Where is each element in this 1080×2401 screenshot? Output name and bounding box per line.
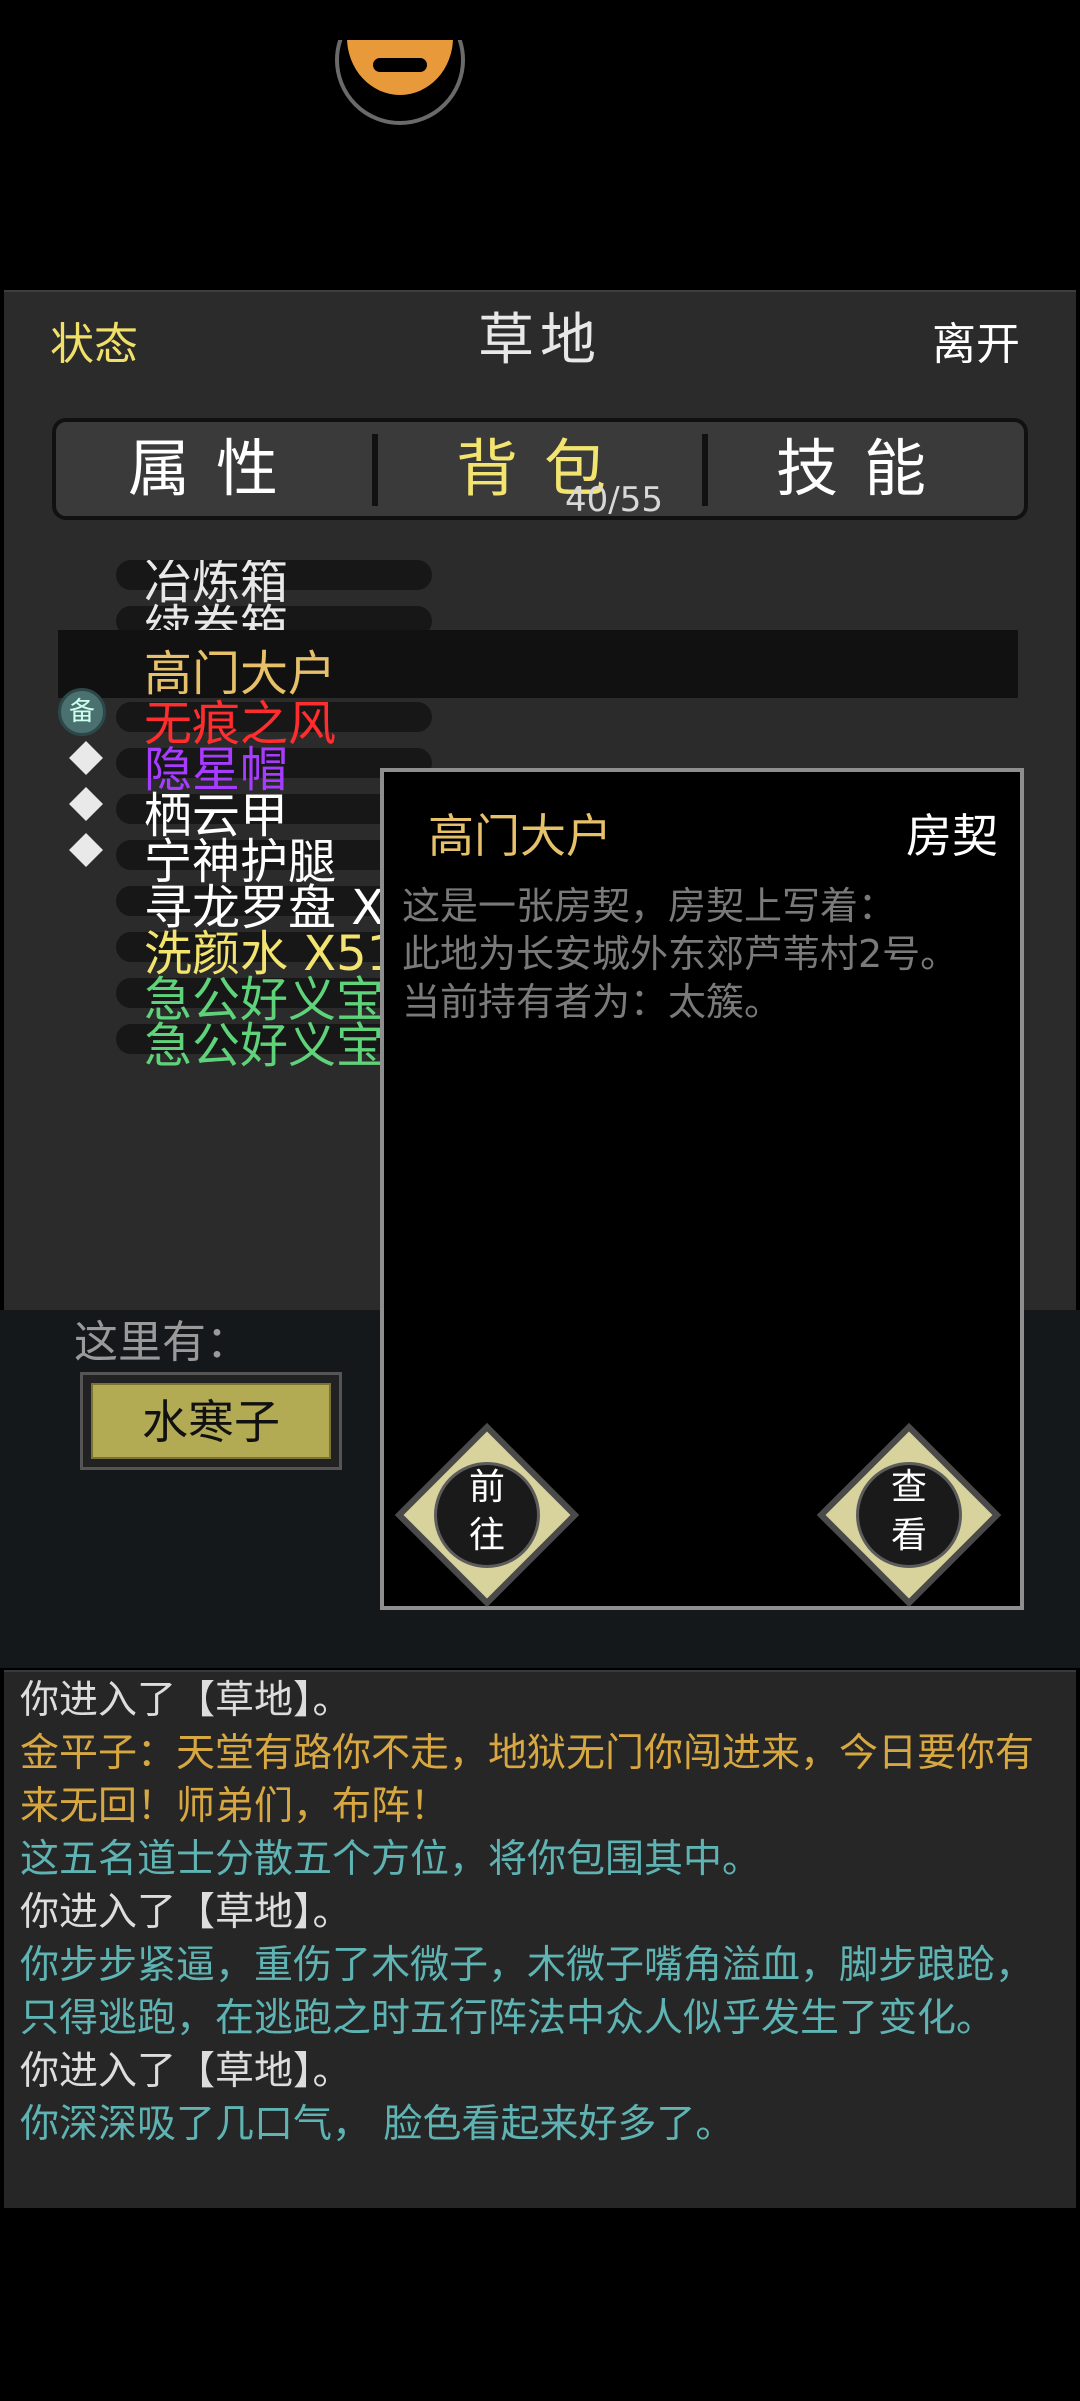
leave-button[interactable]: 离开 <box>932 308 1020 372</box>
log-line: 你深深吸了几口气， 脸色看起来好多了。 <box>20 2102 735 2147</box>
tab-skills[interactable]: 技能 <box>704 422 1024 516</box>
equipped-diamond-icon <box>69 833 103 867</box>
here-label: 这里有： <box>74 1317 250 1368</box>
log-line: 这五名道士分散五个方位，将你包围其中。 <box>20 1837 762 1882</box>
message-log[interactable]: 你进入了【草地】。金平子：天堂有路你不走，地狱无门你闯进来，今日要你有来无回！师… <box>4 1670 1076 2208</box>
player-avatar[interactable] <box>335 40 465 135</box>
tab-divider <box>372 434 378 506</box>
popup-item-name: 高门大户 <box>428 809 612 863</box>
view-label-char: 查 <box>890 1467 927 1508</box>
equipped-diamond-icon <box>69 741 103 775</box>
view-label-char: 看 <box>890 1515 927 1556</box>
goto-button[interactable]: 前 往 <box>392 1420 582 1610</box>
log-line: 金平子：天堂有路你不走，地狱无门你闯进来，今日要你有来无回！师弟们，布阵！ <box>20 1731 1035 1829</box>
status-button[interactable]: 状态 <box>50 308 138 372</box>
log-line: 你进入了【草地】。 <box>20 2049 352 2094</box>
log-line: 你进入了【草地】。 <box>20 1678 352 1723</box>
scene-title: 草地 <box>478 308 602 373</box>
tab-bar: 属性 背包 技能 <box>52 418 1028 520</box>
tab-attributes[interactable]: 属性 <box>56 422 376 516</box>
view-label: 查 看 <box>814 1464 1004 1560</box>
description-line: 当前持有者为：太簇。 <box>402 980 783 1024</box>
description-line: 这是一张房契，房契上写着： <box>402 884 897 928</box>
popup-description: 这是一张房契，房契上写着： 此地为长安城外东郊芦苇村2号。 当前持有者为：太簇。 <box>402 882 1002 1026</box>
goto-label: 前 往 <box>392 1464 582 1560</box>
log-line: 你进入了【草地】。 <box>20 1890 352 1935</box>
npc-button[interactable]: 水寒子 <box>80 1372 342 1470</box>
goto-label-char: 往 <box>468 1515 505 1556</box>
bag-capacity: 40/55 <box>565 480 663 520</box>
description-line: 此地为长安城外东郊芦苇村2号。 <box>402 932 959 976</box>
item-detail-popup: 高门大户 房契 这是一张房契，房契上写着： 此地为长安城外东郊芦苇村2号。 当前… <box>380 768 1024 1610</box>
log-line: 你步步紧逼，重伤了木微子，木微子嘴角溢血，脚步踉跄，只得逃跑，在逃跑之时五行阵法… <box>20 1943 1035 2041</box>
log-lines: 你进入了【草地】。金平子：天堂有路你不走，地狱无门你闯进来，今日要你有来无回！师… <box>20 1674 1065 2151</box>
goto-label-char: 前 <box>468 1467 505 1508</box>
equipped-diamond-icon <box>69 787 103 821</box>
npc-name: 水寒子 <box>91 1383 331 1459</box>
popup-item-type: 房契 <box>906 809 998 863</box>
view-button[interactable]: 查 看 <box>814 1420 1004 1610</box>
